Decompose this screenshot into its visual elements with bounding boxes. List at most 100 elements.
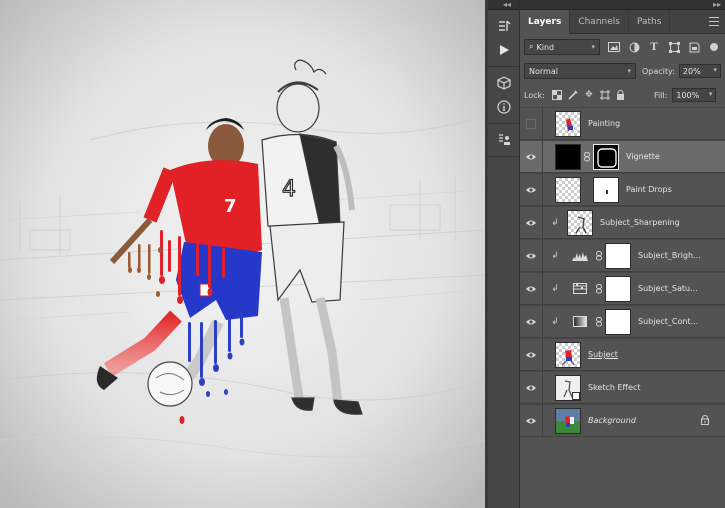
visibility-toggle[interactable] <box>520 239 543 272</box>
shape-filter-icon[interactable] <box>666 40 682 54</box>
levels-adjustment-icon <box>567 243 593 269</box>
cube-icon <box>497 76 511 90</box>
pixel-filter-icon[interactable] <box>606 40 622 54</box>
layer-lock-icon <box>701 415 709 428</box>
visibility-toggle[interactable] <box>520 206 543 239</box>
svg-text:4: 4 <box>282 177 296 202</box>
filter-kind-value: Kind <box>536 42 555 52</box>
tab-channels[interactable]: Channels <box>570 10 629 34</box>
lock-transparent-icon[interactable] <box>550 88 564 102</box>
blend-row: Normal ▾ Opacity: 20% ▾ <box>520 59 725 83</box>
play-icon <box>500 45 509 55</box>
collapse-arrows-icon[interactable]: ◂◂ <box>503 0 511 10</box>
layer-background[interactable]: Background <box>520 404 725 437</box>
clipping-arrow-icon: ↲ <box>551 316 559 327</box>
mask-link-icon[interactable] <box>593 283 605 294</box>
layer-thumbnail <box>555 374 581 401</box>
visibility-toggle[interactable] <box>520 305 543 338</box>
clipping-arrow-icon: ↲ <box>551 250 559 261</box>
panel-header: ▸▸ <box>520 0 725 10</box>
visibility-toggle[interactable] <box>520 371 543 404</box>
opacity-value: 20% <box>682 66 701 76</box>
eye-icon <box>526 220 536 225</box>
chevron-down-icon: ▾ <box>708 90 713 98</box>
clone-source-group <box>488 124 519 157</box>
layer-subject-saturation[interactable]: ↲ Subject_Satu... <box>520 272 725 305</box>
layer-name: Subject <box>588 350 618 359</box>
strip-header: ◂◂ <box>488 0 519 10</box>
layer-mask-thumbnail[interactable] <box>593 143 619 170</box>
layer-mask-thumbnail[interactable] <box>605 242 631 269</box>
panel-collapse-icon[interactable]: ▸▸ <box>713 0 721 10</box>
fill-input[interactable]: 100% ▾ <box>672 88 717 102</box>
tab-layers[interactable]: Layers <box>520 10 571 34</box>
fill-label: Fill: <box>653 90 668 100</box>
clipping-arrow-icon: ↲ <box>551 283 559 294</box>
history-panel-button[interactable] <box>488 14 520 38</box>
layer-subject-contrast[interactable]: ↲ Subject_Cont... <box>520 305 725 338</box>
fill-value: 100% <box>676 90 700 100</box>
chevron-down-icon: ▾ <box>627 67 631 75</box>
document-canvas[interactable]: 4 7 <box>0 0 485 508</box>
layer-name: Subject_Satu... <box>638 284 698 293</box>
filter-toggle[interactable] <box>710 43 718 51</box>
type-filter-icon[interactable]: T <box>646 40 662 54</box>
blend-mode-select[interactable]: Normal ▾ <box>524 63 636 79</box>
filter-kind-select[interactable]: ⌕ Kind ▾ <box>524 39 600 55</box>
layer-painting[interactable]: Painting <box>520 107 725 140</box>
visibility-toggle[interactable] <box>520 338 543 371</box>
layer-subject[interactable]: Subject <box>520 338 725 371</box>
mask-link-icon[interactable] <box>593 250 605 261</box>
layer-name: Subject_Brigh... <box>638 251 701 260</box>
layer-vignette[interactable]: Vignette <box>520 140 725 173</box>
history-icon <box>499 20 511 31</box>
3d-panel-button[interactable] <box>488 71 520 95</box>
chevron-down-icon: ▾ <box>713 66 717 74</box>
layer-name: Sketch Effect <box>588 383 641 392</box>
smart-object-filter-icon[interactable] <box>686 40 702 54</box>
visibility-toggle[interactable] <box>520 107 543 140</box>
layer-mask-thumbnail[interactable] <box>605 308 631 335</box>
clone-source-button[interactable] <box>488 128 520 152</box>
layer-name: Subject_Sharpening <box>600 218 680 227</box>
blend-mode-value: Normal <box>529 66 558 76</box>
layer-thumbnail <box>555 176 581 203</box>
info-icon <box>497 100 511 114</box>
layer-mask-thumbnail[interactable] <box>593 176 619 203</box>
layer-paint-drops[interactable]: Paint Drops <box>520 173 725 206</box>
visibility-toggle[interactable] <box>520 404 543 437</box>
visibility-toggle[interactable] <box>520 272 543 305</box>
hue-saturation-adjustment-icon <box>567 276 593 302</box>
opacity-input[interactable]: 20% ▾ <box>678 64 721 78</box>
layer-subject-sharpening[interactable]: ↲ Subject_Sharpening <box>520 206 725 239</box>
collapsed-panels-strip: ◂◂ <box>488 0 520 508</box>
panel-menu-icon[interactable] <box>709 17 719 26</box>
layer-name: Paint Drops <box>626 185 672 194</box>
artwork-image: 4 7 <box>0 0 485 508</box>
layer-subject-brightness[interactable]: ↲ Subject_Brigh... <box>520 239 725 272</box>
layer-mask-thumbnail[interactable] <box>605 275 631 302</box>
layer-sketch-effect[interactable]: Sketch Effect <box>520 371 725 404</box>
lock-position-icon[interactable]: ✥ <box>582 88 596 102</box>
tab-paths[interactable]: Paths <box>629 10 671 34</box>
layer-thumbnail <box>555 110 581 137</box>
info-panel-button[interactable] <box>488 95 520 119</box>
eye-icon <box>526 253 536 258</box>
eye-icon <box>526 385 536 390</box>
adjustment-filter-icon[interactable] <box>626 40 642 54</box>
mask-link-icon[interactable] <box>581 151 593 162</box>
visibility-toggle[interactable] <box>520 173 543 206</box>
layer-thumbnail <box>555 407 581 434</box>
layer-thumbnail <box>555 143 581 170</box>
lock-all-icon[interactable] <box>614 88 628 102</box>
mask-link-icon[interactable] <box>593 316 605 327</box>
hidden-visibility-box <box>526 118 536 129</box>
layer-thumbnail <box>567 209 593 236</box>
eye-icon <box>526 286 536 291</box>
actions-panel-button[interactable] <box>488 38 520 62</box>
layer-name: Subject_Cont... <box>638 317 699 326</box>
lock-image-icon[interactable] <box>566 88 580 102</box>
clone-stamp-icon <box>499 134 510 145</box>
lock-artboard-icon[interactable] <box>598 88 612 102</box>
visibility-toggle[interactable] <box>520 140 543 173</box>
